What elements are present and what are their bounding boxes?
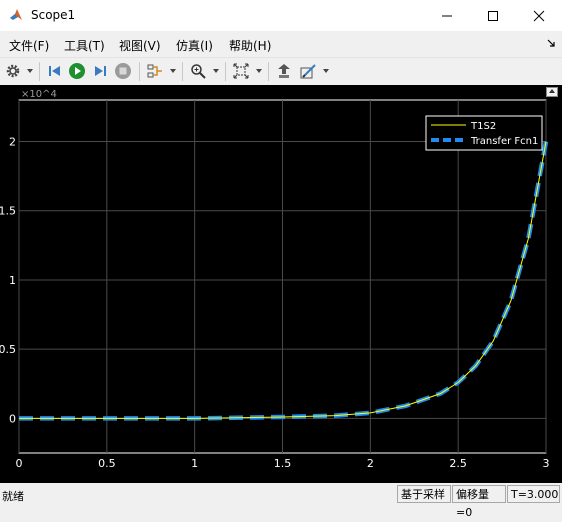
minimize-icon [442, 15, 452, 16]
scope-display: 0 0.5 1 1.5 2 2.5 3 0 0.5 1 1.5 2 ×10^4 T1S2 Transfe… [0, 85, 562, 483]
status-offset: 偏移量=0 [452, 485, 506, 519]
status-sample-mode: 基于采样 [397, 485, 451, 503]
maximize-button[interactable] [470, 0, 516, 31]
x-tick-label: 0.5 [98, 457, 116, 470]
legend-label-t1s2: T1S2 [470, 121, 496, 132]
legend-label-transfer-fcn1: Transfer Fcn1 [470, 136, 538, 147]
menu-arrow-icon[interactable] [547, 39, 556, 48]
x-tick-label: 3 [543, 457, 550, 470]
separator [225, 62, 226, 81]
menu-bar: 文件(F) 工具(T) 视图(V) 仿真(I) 帮助(H) [0, 31, 562, 57]
zoom-icon [191, 64, 206, 79]
gear-icon [6, 64, 20, 78]
legend[interactable]: T1S2 Transfer Fcn1 [425, 115, 543, 151]
signal-selector-dropdown[interactable] [170, 69, 176, 73]
undock-button[interactable] [546, 87, 558, 97]
x-tick-label: 1.5 [274, 457, 292, 470]
x-tick-label: 2.5 [449, 457, 467, 470]
step-back-icon [49, 66, 60, 76]
signal-selector-button[interactable] [145, 61, 165, 81]
style-button[interactable] [298, 61, 318, 81]
window-title: Scope1 [31, 8, 76, 22]
fit-to-view-icon [233, 63, 249, 79]
menu-help[interactable]: 帮助(H) [229, 37, 271, 54]
menu-tools[interactable]: 工具(T) [64, 37, 105, 54]
signal-selector-icon [147, 64, 162, 78]
toolbar [0, 57, 562, 85]
minimize-button[interactable] [424, 0, 470, 31]
highlight-block-icon [278, 64, 290, 78]
close-button[interactable] [516, 0, 562, 31]
run-icon [69, 63, 85, 79]
close-icon [533, 10, 545, 21]
step-forward-icon [95, 66, 106, 76]
status-time: T=3.000 [507, 485, 560, 503]
status-bar: 就绪 基于采样 偏移量=0 T=3.000 [0, 483, 562, 519]
highlight-block-button[interactable] [274, 61, 294, 81]
run-button[interactable] [67, 61, 87, 81]
x-tick-label: 1 [191, 457, 198, 470]
y-tick-label: 1.5 [0, 205, 16, 218]
x-tick-label: 2 [367, 457, 374, 470]
zoom-button[interactable] [188, 61, 208, 81]
maximize-icon [488, 10, 498, 21]
menu-file[interactable]: 文件(F) [9, 37, 49, 54]
y-tick-label: 1 [9, 274, 16, 287]
gear-button[interactable] [3, 61, 23, 81]
stop-icon [115, 63, 131, 79]
separator [268, 62, 269, 81]
status-ready: 就绪 [2, 490, 24, 503]
x-tick-label: 0 [16, 457, 23, 470]
step-back-button[interactable] [45, 61, 65, 81]
separator [182, 62, 183, 81]
separator [39, 62, 40, 81]
y-tick-label: 0.5 [0, 343, 16, 356]
separator [139, 62, 140, 81]
fit-to-view-dropdown[interactable] [256, 69, 262, 73]
y-tick-label: 0 [9, 412, 16, 425]
step-forward-button[interactable] [90, 61, 110, 81]
matlab-icon [10, 9, 22, 20]
exponent-label: ×10^4 [21, 89, 57, 100]
title-bar: Scope1 [0, 0, 562, 31]
menu-view[interactable]: 视图(V) [119, 37, 161, 54]
style-dropdown[interactable] [323, 69, 329, 73]
stop-button[interactable] [113, 61, 133, 81]
zoom-dropdown[interactable] [213, 69, 219, 73]
style-icon [300, 64, 316, 79]
scope-chart[interactable]: 0 0.5 1 1.5 2 2.5 3 0 0.5 1 1.5 2 ×10^4 T1S2 Transfe… [0, 85, 562, 483]
y-tick-label: 2 [9, 136, 16, 149]
fit-to-view-button[interactable] [231, 61, 251, 81]
menu-simulation[interactable]: 仿真(I) [176, 37, 213, 54]
gear-dropdown[interactable] [27, 69, 33, 73]
undock-icon [549, 89, 555, 93]
